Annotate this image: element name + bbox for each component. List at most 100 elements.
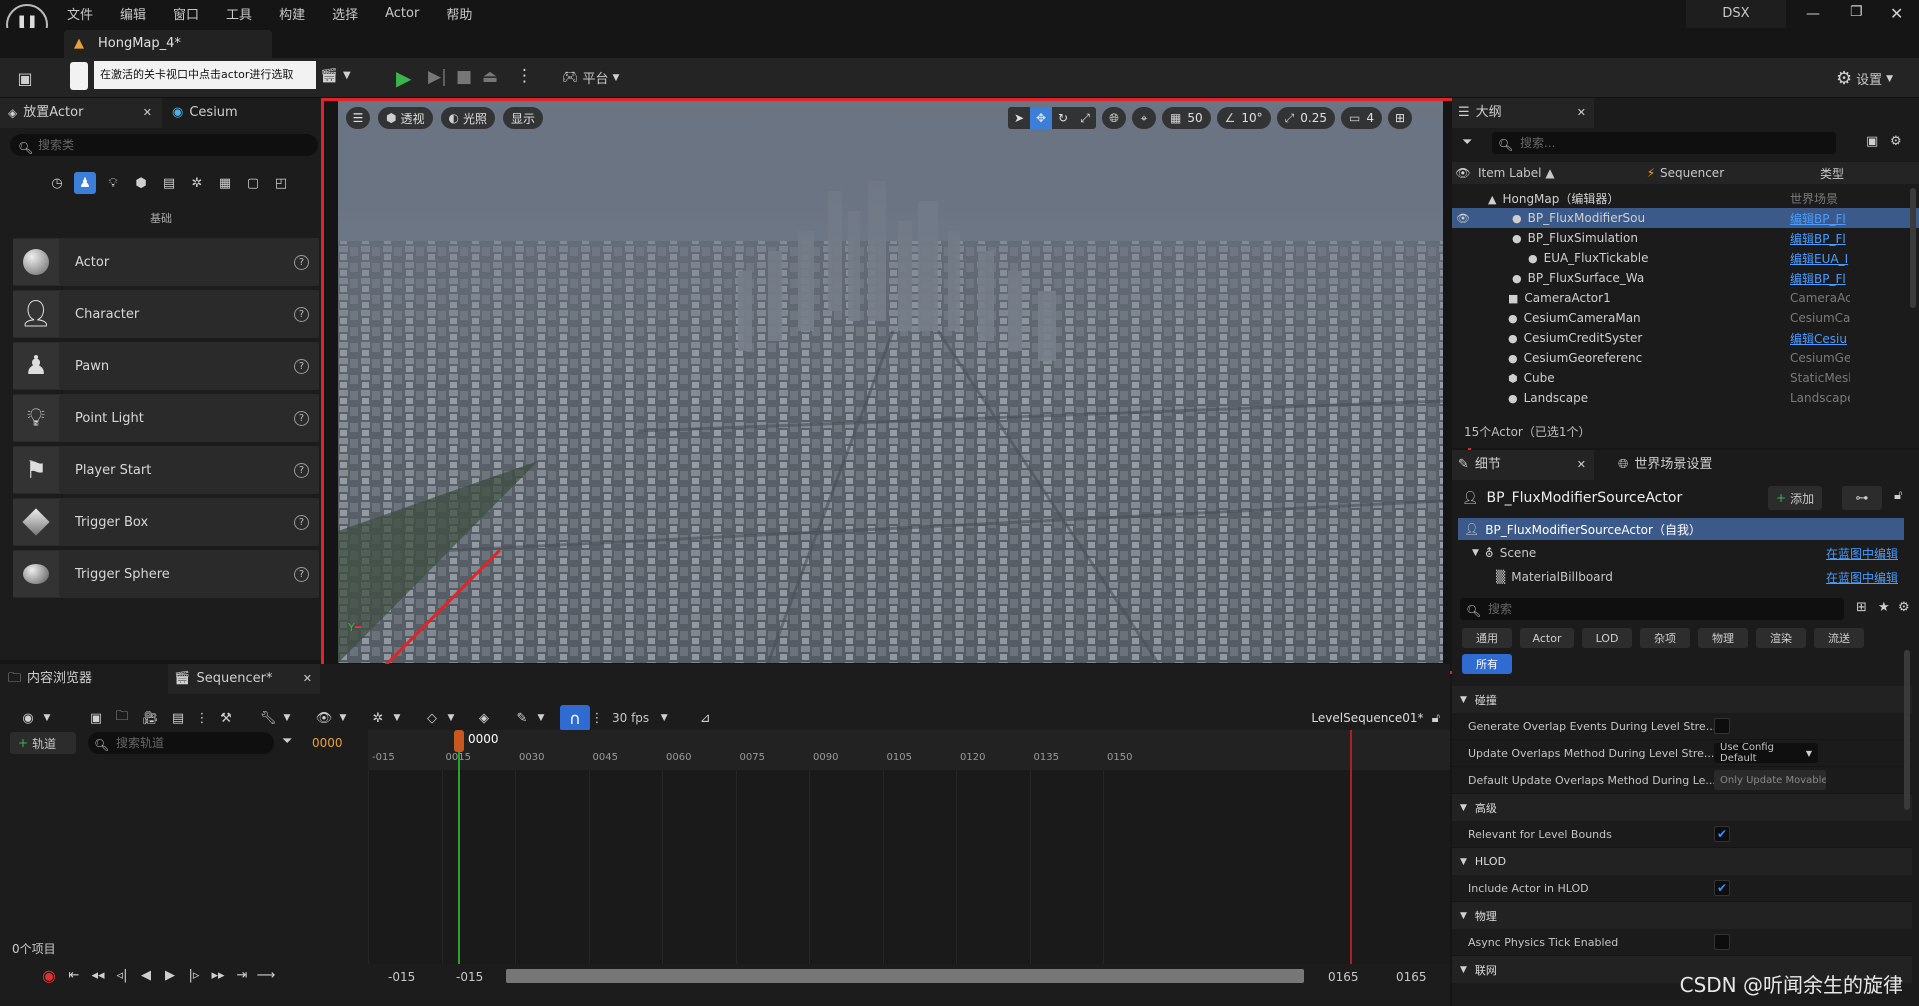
help-icon[interactable]: ? [294, 306, 309, 322]
loop-icon[interactable]: ⟶ [254, 968, 278, 983]
timeline-scrollbar[interactable] [506, 969, 1304, 983]
tab-sequencer[interactable]: 🎬︎ Sequencer* ✕ [168, 664, 320, 694]
outliner-row[interactable]: ● EUA_FluxTickable 编辑EUA_I [1452, 248, 1919, 268]
column-sequencer[interactable]: Sequencer [1660, 166, 1820, 180]
chevron-down-icon[interactable]: ▼ [40, 713, 54, 723]
mode-select-button[interactable] [70, 62, 88, 90]
outliner-row-type[interactable]: 编辑Cesiu [1790, 330, 1850, 347]
tab-place-actors[interactable]: ◈ 放置Actor ✕ [0, 98, 162, 128]
more-options-icon[interactable]: ⋮ [516, 66, 533, 86]
curve-editor-icon[interactable]: ⊿ [693, 711, 717, 726]
filter-lod[interactable]: LOD [1582, 628, 1632, 648]
help-icon[interactable]: ? [294, 462, 309, 478]
actor-item-trigger-box[interactable]: Trigger Box ? [13, 498, 319, 546]
save-icon[interactable]: ▣ [84, 711, 108, 726]
help-icon[interactable]: ? [294, 358, 309, 374]
working-range-end[interactable]: 0165 [1328, 970, 1359, 984]
default-update-overlaps-dropdown[interactable]: Only Update Movable▼ [1714, 770, 1826, 790]
eye-icon[interactable]: 👁︎ [312, 711, 336, 726]
help-icon[interactable]: ? [294, 254, 309, 270]
next-key-icon[interactable]: ▸▸ [206, 968, 230, 983]
save-icon[interactable]: ▣ [14, 68, 36, 88]
add-component-button[interactable]: + 添加 [1768, 486, 1823, 510]
play-options-icon[interactable]: ✲ [366, 711, 390, 726]
outliner-scrollbar[interactable] [1910, 188, 1916, 308]
actor-item-pawn[interactable]: ♟ Pawn ? [13, 342, 319, 390]
filter-icon[interactable]: ⏷ [1462, 135, 1472, 150]
tab-content-browser[interactable]: 🗀 内容浏览器 [0, 664, 160, 694]
details-scrollbar[interactable] [1904, 650, 1910, 810]
outliner-search-input[interactable]: 🔍︎ 搜索... [1492, 132, 1836, 154]
play-icon[interactable]: ▶ [158, 968, 182, 983]
gear-icon[interactable]: ⚙ [1898, 600, 1910, 615]
actions-icon[interactable]: ⚒ [212, 711, 240, 726]
pencil-icon[interactable]: ✎ [510, 711, 534, 726]
menu-tools[interactable]: 工具 [226, 4, 252, 23]
help-icon[interactable]: ? [294, 566, 309, 582]
outliner-row[interactable]: ▲ HongMap（编辑器） 世界场景 [1452, 188, 1919, 208]
component-self-row[interactable]: 👤︎ BP_FluxModifierSourceActor（自我） [1458, 518, 1904, 540]
menu-select[interactable]: 选择 [332, 4, 358, 23]
generate-overlap-checkbox[interactable] [1714, 718, 1730, 734]
all-classes-icon[interactable]: ◰ [270, 172, 292, 194]
view-range-end[interactable]: 0165 [1396, 970, 1427, 984]
timeline-ruler[interactable] [368, 730, 1450, 770]
menu-file[interactable]: 文件 [67, 4, 93, 23]
lock-icon[interactable]: 🔓︎ [1894, 488, 1902, 503]
prev-frame-icon[interactable]: ◃| [110, 968, 134, 983]
star-icon[interactable]: ★ [1878, 600, 1890, 615]
jump-start-icon[interactable]: ⇤ [62, 968, 86, 983]
eject-icon[interactable]: ⏏ [482, 67, 498, 87]
close-tab-icon[interactable]: ✕ [1577, 98, 1586, 128]
timeline-area[interactable]: -015001500300045006000750090010501200135… [368, 730, 1450, 964]
outliner-row[interactable]: ■ CameraActor1 CameraAc [1452, 288, 1919, 308]
actor-item-character[interactable]: 👤︎ Character ? [13, 290, 319, 338]
close-tab-icon[interactable]: ✕ [303, 664, 312, 694]
reverse-play-icon[interactable]: ◀ [134, 968, 158, 983]
menu-actor[interactable]: Actor [385, 6, 419, 21]
cinematic-icon[interactable]: ▤ [158, 172, 180, 194]
wrench-icon[interactable]: 🔧︎ [256, 711, 280, 726]
restore-icon[interactable]: ❐ [1850, 4, 1863, 20]
outliner-row-type[interactable]: 编辑BP_Fl [1790, 210, 1850, 227]
working-range-start[interactable]: -015 [456, 970, 483, 984]
curve-diamond-icon[interactable]: ◈ [472, 711, 496, 726]
blueprint-icon[interactable]: ⊶ [1842, 486, 1882, 510]
stop-icon[interactable]: ■ [456, 67, 472, 87]
async-physics-checkbox[interactable] [1714, 934, 1730, 950]
add-folder-icon[interactable]: ▣ [1866, 134, 1878, 149]
include-hlod-checkbox[interactable]: ✔ [1714, 880, 1730, 896]
filter-icon[interactable]: ⏷ [282, 734, 292, 749]
filter-streaming[interactable]: 流送 [1814, 628, 1864, 648]
actor-item-point-light[interactable]: 💡︎ Point Light ? [13, 394, 319, 442]
prev-key-icon[interactable]: ◂◂ [86, 968, 110, 983]
document-tab[interactable]: ▲ HongMap_4* [64, 30, 272, 58]
cinematics-icon[interactable]: 🎬︎ [320, 68, 338, 84]
shapes-icon[interactable]: ⬢ [130, 172, 152, 194]
tab-outliner[interactable]: ☰ 大纲 ✕ [1452, 98, 1594, 128]
basic-icon[interactable]: ♟ [74, 172, 96, 194]
edit-in-blueprint-link[interactable]: 在蓝图中编辑 [1826, 545, 1898, 562]
more-options-icon[interactable]: ⋮ [192, 711, 212, 726]
visual-effects-icon[interactable]: ✲ [186, 172, 208, 194]
visibility-eye-icon[interactable]: 👁︎ [1452, 212, 1474, 225]
menu-edit[interactable]: 编辑 [120, 4, 146, 23]
lock-icon[interactable]: 🔓︎ [1432, 711, 1440, 726]
class-search-input[interactable]: 🔍︎ 搜索类 [10, 134, 318, 156]
outliner-row-type[interactable]: 编辑BP_Fl [1790, 230, 1850, 247]
actor-item-trigger-sphere[interactable]: Trigger Sphere ? [13, 550, 319, 598]
filter-misc[interactable]: 杂项 [1640, 628, 1690, 648]
snap-magnet-icon[interactable]: ∩ [560, 705, 590, 731]
menu-build[interactable]: 构建 [279, 4, 305, 23]
category-physics[interactable]: ▼ 物理 [1452, 902, 1912, 929]
actor-item-actor[interactable]: Actor ? [13, 238, 319, 286]
current-frame[interactable]: 0000 [312, 736, 343, 750]
column-type[interactable]: 类型 [1820, 165, 1844, 182]
column-item-label[interactable]: Item Label ▲ [1474, 166, 1642, 180]
outliner-row[interactable]: ⬢ Cube StaticMesl [1452, 368, 1919, 388]
outliner-row[interactable]: ● CesiumCreditSyster 编辑Cesiu [1452, 328, 1919, 348]
help-icon[interactable]: ? [294, 514, 309, 530]
world-icon[interactable]: ◉ [16, 711, 40, 726]
volumes-icon[interactable]: ▢ [242, 172, 264, 194]
table-view-icon[interactable]: ⊞ [1856, 600, 1867, 615]
